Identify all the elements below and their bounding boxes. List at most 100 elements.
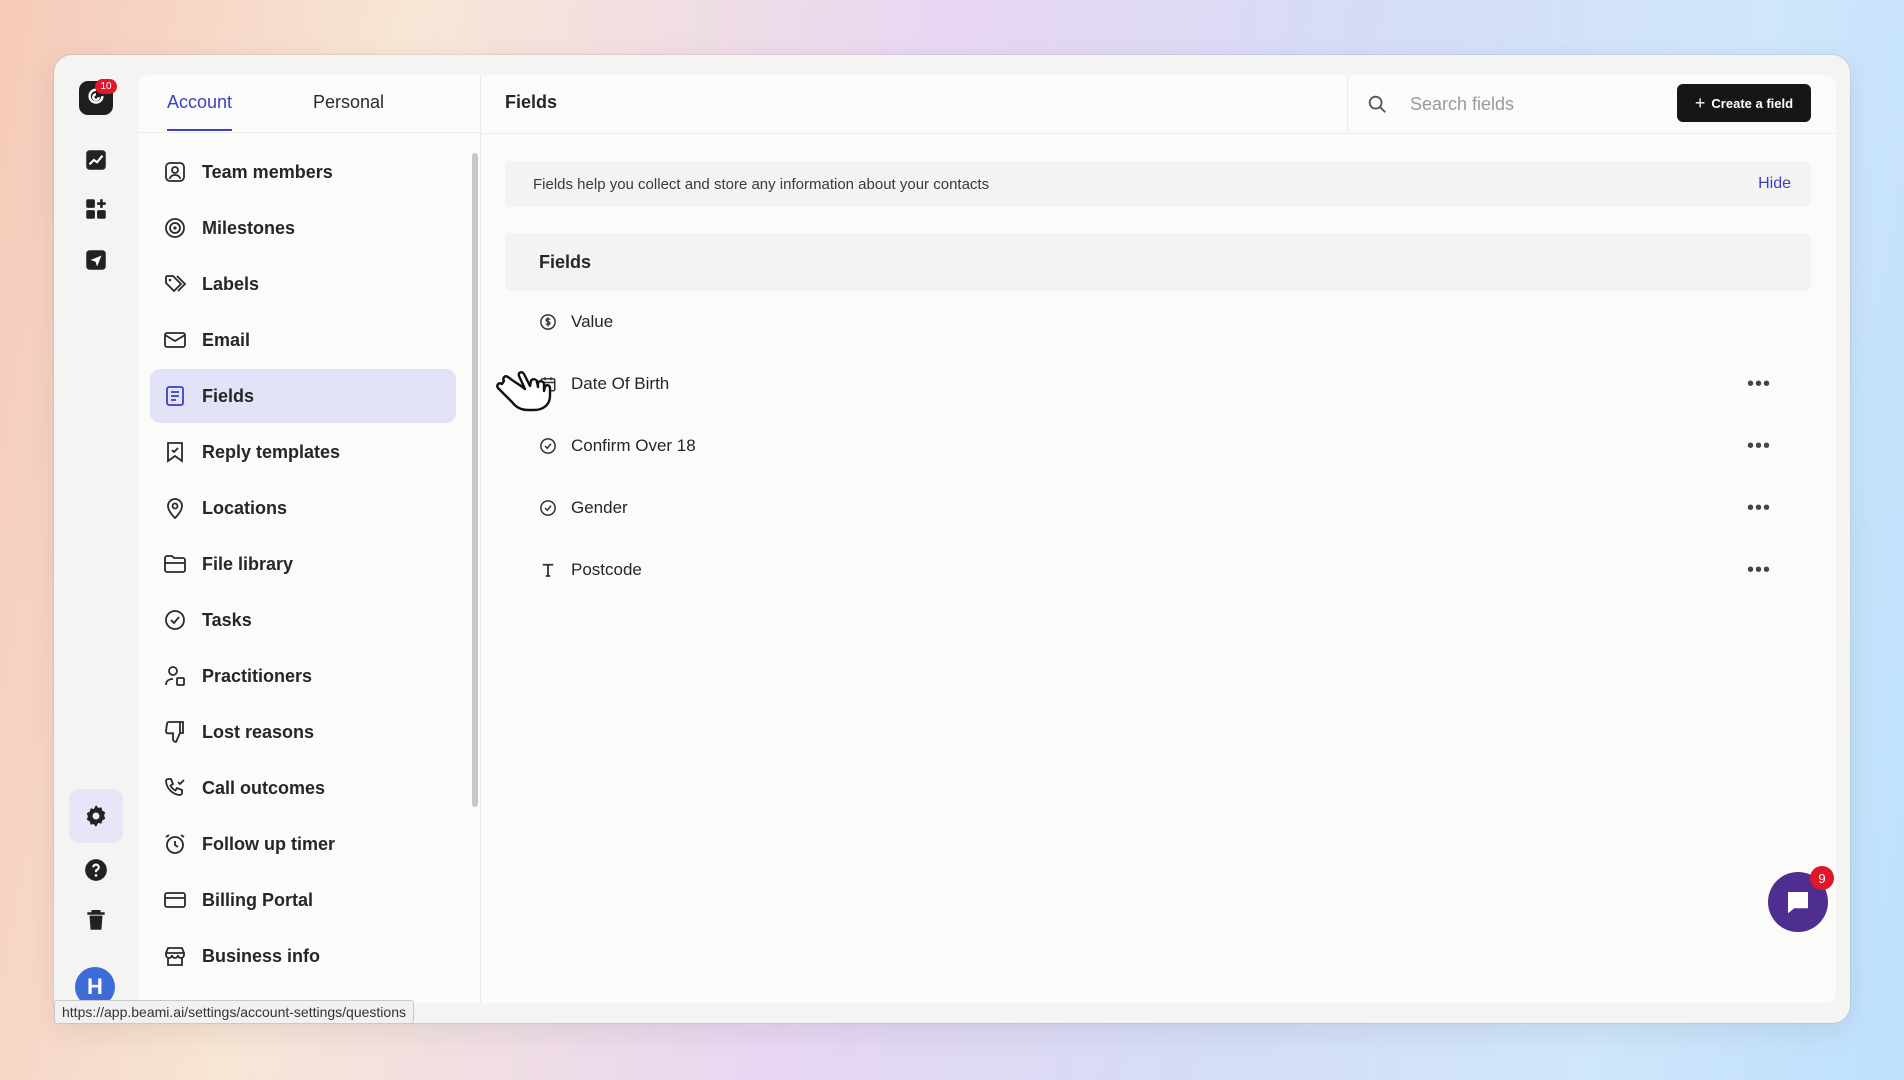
user-square-icon — [165, 162, 185, 182]
sidebar-item-label: Milestones — [202, 217, 296, 238]
sidebar-item-locations[interactable]: Locations — [150, 481, 456, 535]
field-row-date-of-birth[interactable]: Date Of Birth ••• — [505, 359, 1811, 409]
mail-icon — [164, 332, 186, 348]
header-divider — [481, 133, 1836, 134]
form-icon — [166, 386, 184, 406]
sidebar-item-file-library[interactable]: File library — [150, 537, 456, 591]
sidebar-item-labels[interactable]: Labels — [150, 257, 456, 311]
sidebar-item-lost-reasons[interactable]: Lost reasons — [150, 705, 456, 759]
field-row-value[interactable]: Value — [505, 297, 1811, 347]
status-url: https://app.beami.ai/settings/account-se… — [54, 1000, 414, 1024]
help-button[interactable] — [69, 843, 123, 897]
sidebar-item-label: Call outcomes — [202, 777, 326, 798]
sidebar-item-reply-templates[interactable]: Reply templates — [150, 425, 456, 479]
gear-icon — [86, 805, 106, 827]
sidebar-item-label: Labels — [202, 273, 260, 294]
sidebar-item-label: File library — [202, 553, 294, 574]
apps-button[interactable] — [69, 182, 123, 236]
info-text: Fields help you collect and store any in… — [533, 175, 990, 193]
apps-icon — [86, 199, 106, 219]
sidebar-item-follow-up-timer[interactable]: Follow up timer — [150, 817, 456, 871]
settings-tabs: Account Personal — [138, 75, 480, 133]
card-icon — [164, 892, 186, 908]
field-name: Value — [571, 312, 614, 331]
sidebar-item-call-outcomes[interactable]: Call outcomes — [150, 761, 456, 815]
sidebar-item-label: Billing Portal — [202, 889, 314, 910]
sidebar-item-billing-portal[interactable]: Billing Portal — [150, 873, 456, 927]
sidebar-item-business-info[interactable]: Business info — [150, 929, 456, 983]
sidebar-item-fields[interactable]: Fields — [150, 369, 456, 423]
create-field-button[interactable]: + Create a field — [1677, 84, 1811, 122]
tab-account[interactable]: Account — [167, 92, 233, 131]
campaigns-button[interactable] — [69, 233, 123, 287]
help-icon — [85, 859, 107, 881]
text-icon — [542, 563, 554, 577]
fields-section-header: Fields — [505, 233, 1811, 291]
target-icon — [165, 218, 185, 238]
alarm-icon — [165, 834, 185, 854]
user-icon — [165, 666, 185, 686]
sidebar-item-label: Business info — [202, 945, 321, 966]
sidebar-item-label: Fields — [202, 385, 255, 406]
field-row-confirm-over-18[interactable]: Confirm Over 18 ••• — [505, 421, 1811, 471]
notification-badge: 10 — [95, 79, 117, 94]
sidebar-item-tasks[interactable]: Tasks — [150, 593, 456, 647]
field-name: Gender — [571, 498, 628, 517]
more-options-icon[interactable]: ••• — [1747, 497, 1771, 520]
tag-icon — [165, 275, 187, 293]
dashboard-button[interactable] — [69, 133, 123, 187]
plus-icon: + — [1694, 92, 1706, 113]
sidebar-item-label: Tasks — [202, 609, 252, 630]
settings-sidebar: Account Personal Team members Milestones… — [138, 75, 480, 1003]
field-name: Confirm Over 18 — [571, 436, 696, 455]
thumbs-down-icon — [165, 721, 184, 743]
app-window: 10 H Account Personal Team members Miles… — [54, 55, 1850, 1023]
folder-icon — [164, 555, 186, 573]
field-row-postcode[interactable]: Postcode ••• — [505, 545, 1811, 595]
more-options-icon[interactable]: ••• — [1747, 435, 1771, 458]
chat-badge: 9 — [1810, 866, 1834, 890]
field-name: Date Of Birth — [571, 374, 670, 393]
sidebar-item-label: Team members — [202, 161, 333, 182]
chat-icon — [1788, 892, 1808, 914]
search-input[interactable] — [1410, 93, 1650, 115]
sidebar-item-practitioners[interactable]: Practitioners — [150, 649, 456, 703]
sidebar-item-label: Follow up timer — [202, 833, 335, 854]
trash-icon — [87, 910, 105, 930]
hand-cursor-icon — [496, 371, 552, 412]
check-circle-icon — [540, 438, 556, 454]
sidebar-item-label: Email — [202, 329, 251, 350]
sidebar-item-label: Lost reasons — [202, 721, 315, 742]
settings-button[interactable] — [69, 789, 123, 843]
sidebar-item-label: Practitioners — [202, 665, 313, 686]
field-name: Postcode — [571, 560, 642, 579]
tab-personal[interactable]: Personal — [313, 92, 384, 129]
sidebar-scrollbar[interactable] — [472, 153, 478, 807]
phone-check-icon — [165, 778, 185, 796]
pin-icon — [167, 498, 183, 520]
dollar-icon — [540, 314, 556, 330]
more-options-icon[interactable]: ••• — [1747, 559, 1771, 582]
check-circle-icon — [540, 500, 556, 516]
search-icon — [1368, 95, 1386, 113]
page-title: Fields — [505, 92, 558, 112]
more-options-icon[interactable]: ••• — [1747, 373, 1771, 396]
sidebar-item-team-members[interactable]: Team members — [150, 145, 456, 199]
send-icon — [86, 250, 106, 270]
icon-rail: 10 H — [54, 55, 138, 1023]
sidebar-item-email[interactable]: Email — [150, 313, 456, 367]
check-circle-icon — [165, 610, 185, 630]
fields-panel: Fields + Create a field Fields help you … — [480, 75, 1836, 1003]
trash-button[interactable] — [69, 893, 123, 947]
chart-icon — [86, 150, 106, 170]
hide-link[interactable]: Hide — [1758, 175, 1791, 193]
search-box — [1347, 75, 1657, 133]
settings-menu: Team members Milestones Labels Email Fie… — [150, 133, 456, 985]
sidebar-item-label: Locations — [202, 497, 288, 518]
store-icon — [165, 947, 185, 966]
sidebar-item-label: Reply templates — [202, 441, 341, 462]
bookmark-icon — [167, 442, 183, 463]
info-banner: Fields help you collect and store any in… — [505, 161, 1811, 207]
sidebar-item-milestones[interactable]: Milestones — [150, 201, 456, 255]
field-row-gender[interactable]: Gender ••• — [505, 483, 1811, 533]
